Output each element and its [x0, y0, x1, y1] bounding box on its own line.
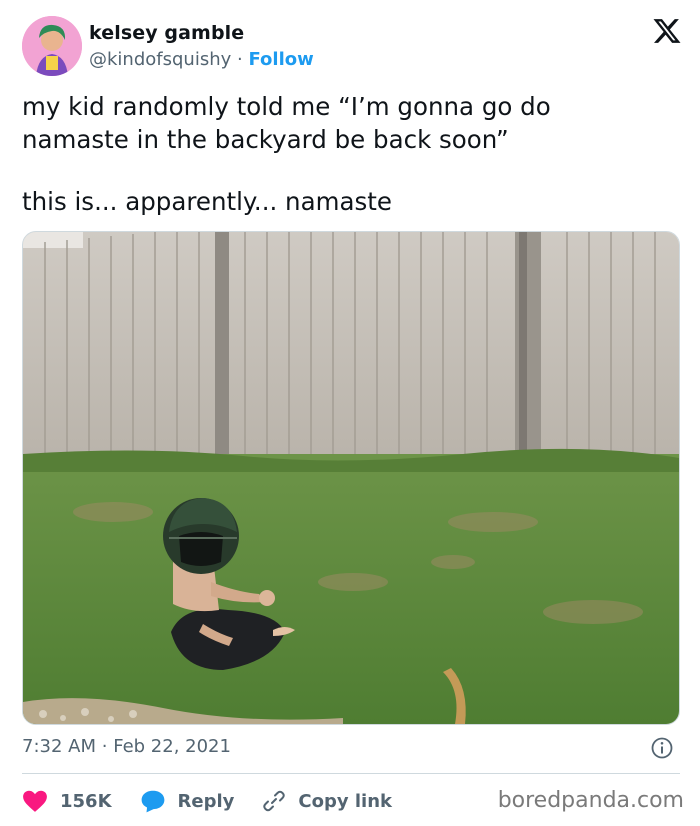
tweet-timestamp[interactable]: 7:32 AM · Feb 22, 2021	[22, 736, 231, 757]
reply-label: Reply	[177, 790, 235, 812]
handle-separator: ·	[237, 49, 243, 70]
tweet-text-line-1: my kid randomly told me “I’m gonna go do…	[22, 92, 551, 154]
x-logo-icon[interactable]	[652, 16, 682, 46]
reply-button[interactable]: Reply	[140, 789, 235, 813]
tweet-time: 7:32 AM	[22, 736, 96, 757]
source-watermark: boredpanda.com	[497, 788, 684, 813]
like-count: 156K	[60, 790, 112, 812]
tweet-text-line-2: this is... apparently... namaste	[22, 187, 392, 216]
reply-bubble-icon	[141, 790, 164, 813]
timestamp-separator: ·	[101, 736, 108, 757]
tweet-text: my kid randomly told me “I’m gonna go do…	[22, 90, 662, 218]
avatar[interactable]	[22, 16, 82, 76]
link-icon	[263, 790, 286, 812]
author-handle[interactable]: @kindofsquishy	[89, 49, 231, 70]
tweet-header: kelsey gamble @kindofsquishy · Follow	[22, 16, 682, 78]
divider	[22, 773, 680, 774]
action-bar: 156K Reply Copy link	[22, 784, 420, 818]
author-name[interactable]: kelsey gamble	[89, 22, 244, 44]
copy-link-label: Copy link	[298, 790, 392, 812]
like-button[interactable]: 156K	[22, 789, 112, 813]
follow-button[interactable]: Follow	[248, 49, 313, 70]
author-handle-row: @kindofsquishy · Follow	[89, 49, 314, 70]
info-icon[interactable]	[650, 736, 674, 760]
copy-link-button[interactable]: Copy link	[262, 789, 392, 813]
tweet-date: Feb 22, 2021	[113, 736, 231, 757]
tweet-photo[interactable]	[22, 231, 680, 725]
heart-icon	[23, 790, 47, 812]
backyard-photo	[23, 232, 679, 724]
